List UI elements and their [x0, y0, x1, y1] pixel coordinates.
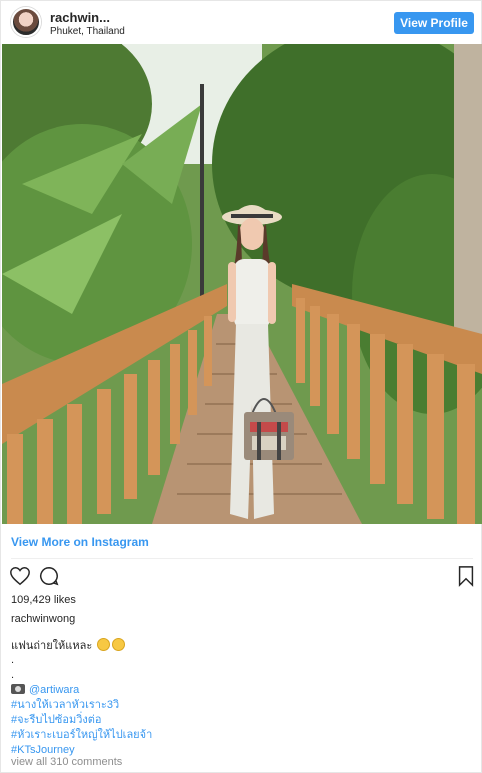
view-more-on-instagram-link[interactable]: View More on Instagram: [11, 535, 149, 549]
likes-count[interactable]: 109,429 likes: [11, 594, 76, 606]
location[interactable]: Phuket, Thailand: [50, 26, 125, 37]
post-photo[interactable]: [2, 44, 482, 524]
post-owner-username[interactable]: rachwinwong: [11, 613, 75, 625]
caption-text: แฟนถ่ายให้แหละ: [11, 640, 93, 652]
camera-icon: [11, 684, 25, 694]
hashtag-link[interactable]: #หัวเราะเบอร์ใหญ่ให้ไปเลยจ้า: [11, 728, 471, 743]
heart-icon[interactable]: [9, 565, 31, 587]
grinning-face-icon: [97, 638, 111, 651]
instagram-embed-card: rachwin... Phuket, Thailand View Profile: [0, 0, 482, 773]
username[interactable]: rachwin...: [50, 10, 110, 25]
caption-credit: @artiwara: [11, 683, 471, 698]
comment-icon[interactable]: [38, 565, 60, 587]
caption-dot: .: [11, 654, 15, 666]
avatar[interactable]: [11, 7, 41, 37]
mention-link[interactable]: @artiwara: [29, 684, 79, 696]
divider: [11, 558, 473, 559]
post-header: rachwin... Phuket, Thailand View Profile: [1, 1, 481, 45]
caption-dot: .: [11, 669, 15, 681]
bookmark-icon[interactable]: [455, 565, 477, 587]
caption-first-line: แฟนถ่ายให้แหละ: [11, 638, 471, 653]
grinning-face-icon: [112, 638, 126, 651]
hashtag-link[interactable]: #นางให้เวลาหัวเราะ3วิ: [11, 698, 471, 713]
post-caption: แฟนถ่ายให้แหละ . . @artiwara #นางให้เวลา…: [11, 638, 471, 758]
view-profile-button[interactable]: View Profile: [394, 12, 474, 34]
view-all-comments-link[interactable]: view all 310 comments: [11, 756, 122, 768]
hashtag-link[interactable]: #จะรีบไปซ้อมวิ่งต่อ: [11, 713, 471, 728]
